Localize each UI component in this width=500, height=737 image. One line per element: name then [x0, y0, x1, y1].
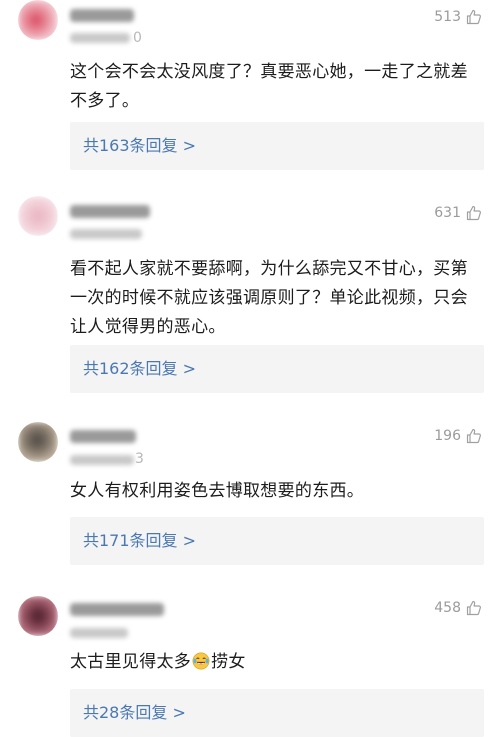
- avatar[interactable]: [18, 196, 58, 236]
- comment-text: 太古里见得太多 捞女: [70, 648, 482, 677]
- like-button[interactable]: 196: [434, 428, 482, 444]
- reply-count-label: 共171条回复 >: [83, 531, 197, 550]
- timestamp-blurred: [70, 33, 130, 43]
- like-count: 513: [434, 9, 461, 25]
- view-replies-button[interactable]: 共162条回复 >: [70, 345, 484, 393]
- username-blurred[interactable]: [70, 430, 136, 443]
- reply-count-label: 共163条回复 >: [83, 136, 197, 155]
- view-replies-button[interactable]: 共28条回复 >: [70, 689, 484, 737]
- avatar[interactable]: [18, 0, 58, 40]
- timestamp-blurred: [70, 628, 128, 638]
- view-replies-button[interactable]: 共171条回复 >: [70, 517, 484, 565]
- like-count: 196: [434, 428, 461, 444]
- thumbs-up-icon: [466, 205, 481, 221]
- like-button[interactable]: 513: [434, 9, 482, 25]
- comment-text: 女人有权利用姿色去博取想要的东西。: [70, 481, 365, 501]
- comment-text-part: 太古里见得太多: [70, 652, 192, 672]
- comment-text: 这个会不会太没风度了？真要恶心她，一走了之就差不多了。: [70, 62, 468, 111]
- timestamp-blurred: [70, 229, 142, 239]
- username-blurred[interactable]: [70, 603, 164, 616]
- reply-count-label: 共162条回复 >: [83, 359, 197, 378]
- timestamp-blurred: [70, 455, 134, 465]
- thumbs-up-icon: [466, 600, 481, 616]
- like-button[interactable]: 631: [434, 205, 482, 221]
- timestamp-tail: 0: [133, 30, 142, 46]
- like-count: 458: [434, 600, 461, 616]
- view-replies-button[interactable]: 共163条回复 >: [70, 122, 484, 170]
- laughing-tears-emoji-icon: [192, 652, 210, 670]
- like-count: 631: [434, 205, 461, 221]
- avatar[interactable]: [18, 422, 58, 462]
- comment-text: 看不起人家就不要舔啊，为什么舔完又不甘心，买第一次的时候不就应该强调原则了？单论…: [70, 259, 468, 337]
- timestamp-tail: 3: [135, 451, 144, 467]
- thumbs-up-icon: [466, 428, 481, 444]
- username-blurred[interactable]: [70, 205, 150, 218]
- reply-count-label: 共28条回复 >: [83, 703, 186, 722]
- avatar[interactable]: [18, 596, 58, 636]
- comment-text-part: 捞女: [211, 652, 246, 672]
- username-blurred[interactable]: [70, 9, 134, 22]
- thumbs-up-icon: [466, 9, 481, 25]
- like-button[interactable]: 458: [434, 600, 482, 616]
